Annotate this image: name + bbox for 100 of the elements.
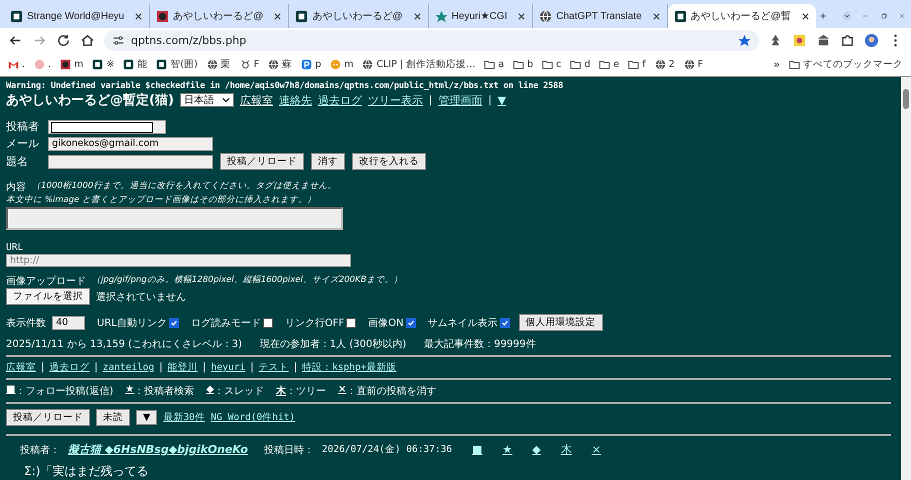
header-link[interactable]: 広報室 — [240, 92, 273, 108]
bookmark[interactable]: F — [240, 58, 260, 70]
count-field[interactable]: 40 — [52, 316, 85, 330]
settings-button[interactable]: 個人用環境設定 — [518, 314, 603, 331]
site-icon — [295, 10, 308, 22]
post-action-link[interactable]: ◆ — [532, 443, 541, 456]
separator: | — [294, 362, 298, 373]
field-label: 投稿者 — [6, 119, 40, 134]
separator: | — [250, 362, 254, 373]
form-button[interactable]: 改行を入れる — [352, 153, 426, 170]
bookmark-folder[interactable]: すべてのブックマーク — [789, 58, 903, 70]
nav-link[interactable]: 広報室 — [6, 361, 36, 374]
avatar-icon — [60, 58, 72, 70]
subject-field[interactable] — [48, 154, 213, 168]
globe-icon — [362, 58, 374, 70]
content-field[interactable] — [6, 207, 343, 230]
post-action-link[interactable]: 木 — [560, 442, 572, 457]
caret-icon — [222, 97, 230, 103]
bank-icon[interactable] — [816, 32, 831, 48]
nav-link[interactable]: 能登川 — [168, 361, 198, 374]
legend-symbol: ■ — [6, 384, 16, 397]
puzzle-icon[interactable] — [840, 32, 855, 48]
language-select[interactable]: 日本語 — [180, 93, 234, 107]
form-button[interactable]: 消す — [311, 153, 345, 170]
header-link[interactable]: 過去ログ — [318, 92, 362, 108]
site-icon — [10, 10, 23, 22]
folder-icon — [542, 58, 554, 70]
address-bar[interactable]: qptns.com/z/bbs.php — [104, 30, 759, 50]
bookmark[interactable]: 2 — [654, 58, 675, 70]
close-icon[interactable] — [800, 12, 810, 20]
bookmark[interactable]: 智(囲) — [156, 58, 198, 70]
checkbox[interactable] — [168, 318, 179, 328]
checkbox[interactable] — [346, 318, 356, 328]
form-button[interactable]: 投稿／リロード — [220, 153, 304, 170]
nav-link[interactable]: zanteilog — [102, 362, 154, 373]
field-label: 題名 — [6, 154, 29, 169]
bookmark[interactable]: m — [330, 58, 354, 70]
globe-icon — [539, 10, 552, 22]
checkbox[interactable] — [500, 318, 510, 328]
toolbar-button[interactable]: ▼ — [136, 410, 158, 425]
browser-tab[interactable]: あやしいわーるど@暫 — [668, 4, 816, 28]
bookmark[interactable]: c — [542, 58, 562, 70]
checkbox[interactable] — [262, 318, 273, 328]
profile-icon[interactable] — [864, 32, 879, 48]
author-link[interactable]: 擬古猫 ◆6HsNBsg◆bjgikOneKo — [68, 442, 248, 457]
bookmark[interactable]: 蘇 — [268, 58, 292, 70]
close-icon[interactable] — [412, 12, 422, 20]
reload-icon[interactable] — [56, 32, 71, 48]
toolbar-button[interactable]: 投稿／リロード — [6, 409, 90, 426]
nav-link[interactable]: テスト — [258, 361, 289, 374]
star-icon[interactable] — [738, 34, 751, 46]
nav-link[interactable]: heyuri — [210, 362, 246, 373]
bookmark[interactable]: . — [34, 58, 52, 70]
toolbar-button[interactable]: 未読 — [96, 409, 130, 426]
chat-icon — [330, 58, 342, 70]
close-icon[interactable] — [134, 12, 144, 20]
circle-icon — [34, 58, 46, 70]
nav-link[interactable]: 特設：ksphp+最新版 — [302, 361, 396, 374]
close-icon[interactable] — [517, 12, 526, 20]
bookmark[interactable]: 能 — [123, 58, 148, 70]
email-field[interactable]: gikonekos@gmail.com — [48, 136, 213, 150]
legend-text: ：投稿者検索 — [134, 384, 194, 398]
bookmark[interactable]: d — [570, 58, 590, 70]
url-field[interactable]: http:// — [6, 254, 351, 267]
toolbar-link[interactable]: NG Word(0件hit) — [210, 411, 296, 424]
header-link[interactable]: ツリー表示 — [368, 92, 423, 108]
toolbar-link[interactable]: 最新30件 — [163, 411, 205, 424]
bookmark[interactable]: p — [301, 58, 322, 70]
bookmark[interactable]: a — [484, 58, 504, 70]
author-field[interactable] — [48, 120, 166, 134]
bookmark[interactable]: CLIP | 創作活動応援... — [362, 58, 476, 70]
post-action-link[interactable]: × — [592, 443, 601, 456]
bookmark[interactable]: 栗 — [206, 58, 231, 70]
header-link[interactable]: 管理画面 — [438, 92, 482, 108]
bookmark[interactable]: f — [628, 58, 646, 70]
bookmark[interactable]: ※ — [92, 58, 114, 70]
separator: | — [41, 362, 44, 373]
avatar-icon[interactable] — [792, 32, 807, 48]
legend-text: ：直前の投稿を消す — [346, 384, 436, 398]
bookmark[interactable]: F — [684, 58, 704, 70]
scrollbar[interactable] — [901, 77, 911, 480]
close-icon[interactable] — [652, 12, 661, 20]
nav-link[interactable]: 過去ログ — [49, 361, 90, 374]
header-link[interactable]: 連絡先 — [278, 92, 312, 108]
more-bookmarks[interactable]: » — [773, 58, 780, 70]
post-action-link[interactable]: ■ — [472, 443, 482, 456]
site-settings-icon[interactable] — [112, 34, 125, 46]
option-label: 画像ON — [368, 316, 404, 330]
post-action-link[interactable]: ★ — [502, 443, 512, 456]
stats-text: 現在の参加者 : 1人 (300秒以内) — [260, 338, 406, 351]
checkbox[interactable] — [406, 318, 416, 328]
bookmark[interactable]: e — [599, 58, 620, 70]
bookmark[interactable]: b — [513, 58, 534, 70]
bookmark[interactable]: . — [8, 58, 26, 70]
home-icon[interactable] — [80, 32, 95, 48]
header-link[interactable]: ▼ — [498, 94, 506, 106]
close-icon[interactable] — [273, 12, 282, 20]
file-button[interactable]: ファイルを選択 — [6, 288, 90, 305]
bookmark[interactable]: m — [60, 58, 84, 70]
site-icon — [156, 58, 168, 70]
